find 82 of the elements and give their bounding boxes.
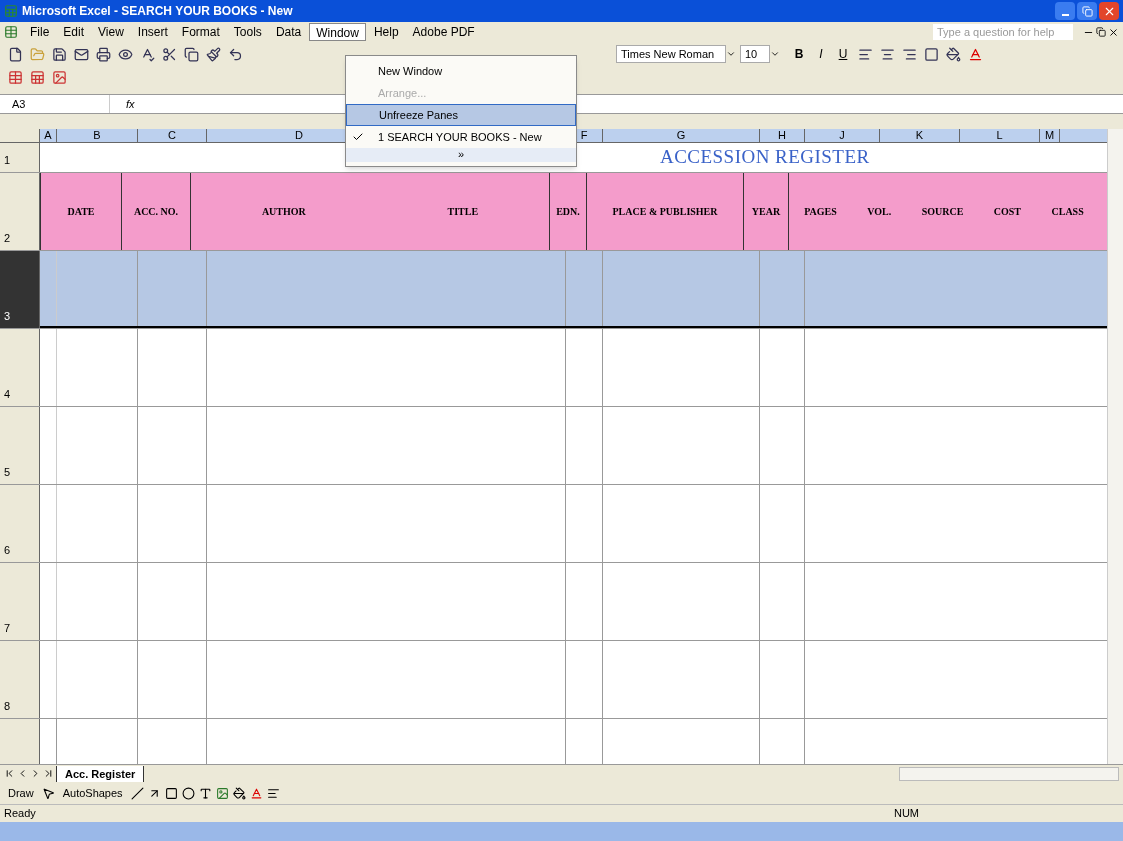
column-label: SOURCE [921,205,964,219]
help-search-field[interactable]: Type a question for help [933,24,1073,40]
menu-item[interactable]: Edit [57,23,91,41]
sheet-title: ACCESSION REGISTER [660,145,870,170]
row-header[interactable]: 4 [0,329,40,406]
line-style-icon [266,786,280,800]
italic-button[interactable]: I [810,45,832,63]
column-header[interactable]: A [40,129,57,142]
column-header[interactable]: H [760,129,805,142]
line-icon [130,786,144,800]
font-size-field[interactable]: 10 [740,45,770,63]
row-header[interactable]: 1 [0,143,40,172]
column-header[interactable]: L [960,129,1040,142]
picture-icon [215,786,229,800]
row-header[interactable]: 7 [0,563,40,640]
sheet-tab[interactable]: Acc. Register [56,765,145,782]
draw-menu-button[interactable]: Draw [4,784,38,802]
minimize-button[interactable] [1055,2,1075,20]
restore-icon [1096,27,1106,37]
status-text: Ready [4,806,36,822]
column-label: PAGES [804,205,837,219]
bold-button[interactable]: B [788,45,810,63]
expand-menu-button[interactable]: » [346,148,576,162]
font-field[interactable]: Times New Roman [616,45,726,63]
restore-button[interactable] [1077,2,1097,20]
autoshapes-menu-button[interactable]: AutoShapes [58,784,127,802]
column-label: TITLE [447,205,479,219]
fill-color-icon [232,786,246,800]
column-label: PLACE & PUBLISHER [612,205,718,219]
window-title: Microsoft Excel - SEARCH YOUR BOOKS - New [22,3,293,20]
close-icon [1108,26,1119,38]
vertical-scrollbar[interactable] [1107,129,1123,764]
underline-button[interactable]: U [832,45,854,63]
menu-item[interactable]: Window [309,23,366,41]
column-header[interactable]: G [603,129,760,142]
menu-item[interactable]: Insert [131,23,174,41]
rectangle-icon [164,786,178,800]
menu-item[interactable]: Unfreeze Panes [346,104,576,126]
column-label: DATE [67,205,95,219]
row-header[interactable]: 8 [0,641,40,718]
restore-icon [1081,5,1093,17]
first-sheet-icon [4,768,15,779]
column-label: COST [993,205,1022,219]
row-header[interactable]: 2 [0,173,40,250]
column-label: ACC. NO. [133,205,179,219]
menu-item[interactable]: Data [269,23,308,41]
dropdown-icon [770,49,780,59]
horizontal-scrollbar[interactable] [899,766,1119,781]
menu-item[interactable]: Format [175,23,226,41]
selected-row[interactable] [40,251,1107,328]
menu-item[interactable]: View [92,23,130,41]
text-box-icon [198,786,212,800]
num-lock-indicator: NUM [893,806,919,822]
pointer-icon [41,786,55,800]
row-header[interactable] [0,719,40,764]
dropdown-icon [726,49,736,59]
row-header[interactable]: 5 [0,407,40,484]
close-button[interactable] [1099,2,1119,20]
menu-item[interactable]: File [24,23,56,41]
column-header[interactable]: C [138,129,207,142]
last-sheet-icon [43,768,54,779]
row-header[interactable]: 3 [0,251,40,328]
check-icon [352,131,364,143]
column-label: YEAR [751,205,781,219]
select-all-corner[interactable] [0,129,40,142]
column-label: CLASS [1051,205,1084,219]
column-header[interactable]: B [57,129,138,142]
row-header[interactable]: 6 [0,485,40,562]
column-label: AUTHOR [261,205,306,219]
column-header[interactable]: K [880,129,960,142]
font-color-icon [249,786,263,800]
column-header[interactable]: M [1040,129,1060,142]
fx-label: fx [126,96,135,112]
menu-item[interactable]: Adobe PDF [406,23,481,41]
column-label: VOL. [867,205,892,219]
column-label: EDN. [556,205,580,219]
menu-item[interactable]: New Window [346,60,576,82]
menu-item[interactable]: Tools [227,23,268,41]
menu-item[interactable]: Help [367,23,405,41]
column-header[interactable]: J [805,129,880,142]
oval-icon [181,786,195,800]
document-icon [4,25,18,39]
